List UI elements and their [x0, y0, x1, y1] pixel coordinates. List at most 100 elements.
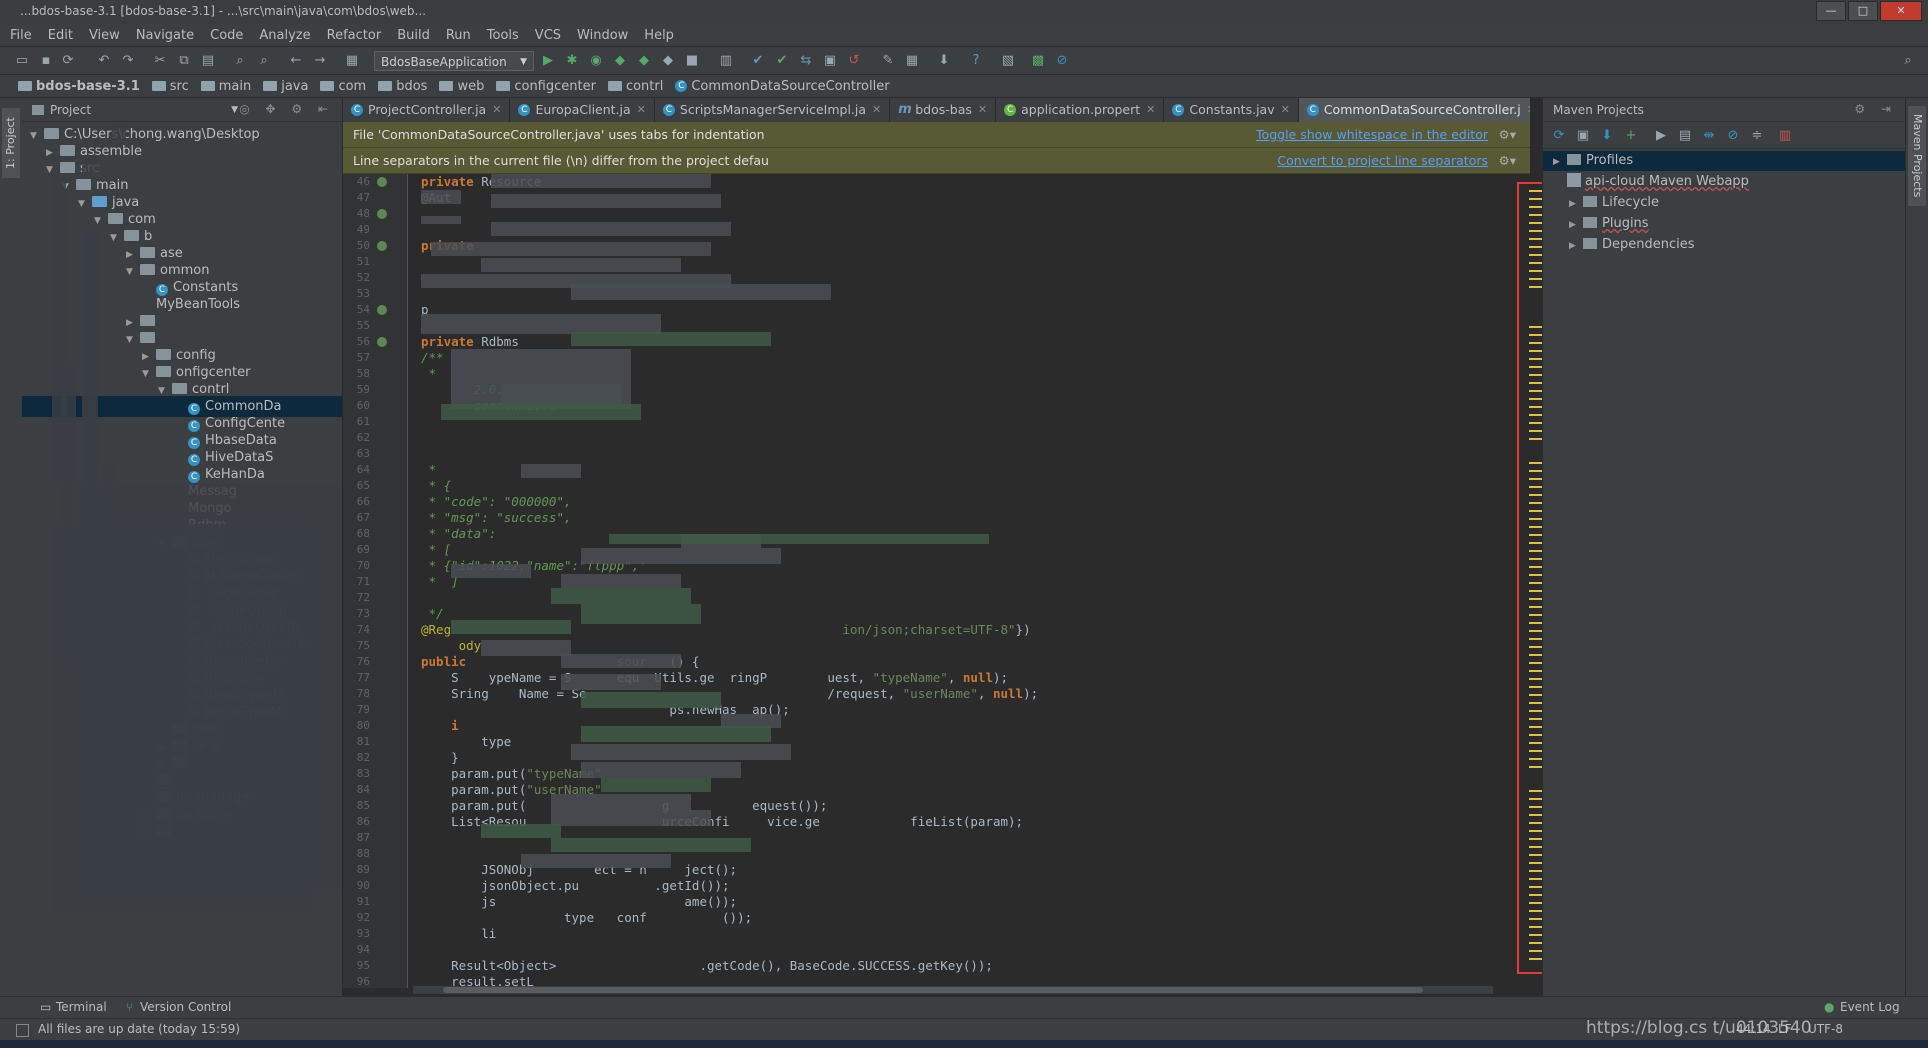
warning-marker[interactable] — [1529, 958, 1542, 960]
vcs-revert-icon[interactable]: ↺ — [846, 53, 862, 69]
warning-marker[interactable] — [1529, 246, 1542, 248]
breadcrumb-item[interactable]: web — [439, 79, 484, 94]
maven-projects-tool-tab[interactable]: Maven Projects — [1908, 106, 1926, 206]
warning-marker[interactable] — [1529, 814, 1542, 816]
warning-marker[interactable] — [1529, 334, 1542, 336]
warning-marker[interactable] — [1529, 462, 1542, 464]
open-folder-icon[interactable]: ▭ — [14, 53, 30, 69]
warning-marker[interactable] — [1529, 502, 1542, 504]
warning-marker[interactable] — [1529, 542, 1542, 544]
collapse-all-icon[interactable]: ≑ — [1749, 128, 1765, 144]
warning-marker[interactable] — [1529, 878, 1542, 880]
warning-marker[interactable] — [1529, 678, 1542, 680]
warning-marker[interactable] — [1529, 934, 1542, 936]
warning-marker[interactable] — [1529, 326, 1542, 328]
warning-marker[interactable] — [1529, 718, 1542, 720]
warning-marker[interactable] — [1529, 638, 1542, 640]
warning-marker[interactable] — [1529, 950, 1542, 952]
build-icon[interactable]: ▦ — [344, 53, 360, 69]
undo-icon[interactable]: ↶ — [96, 53, 112, 69]
breadcrumb-item[interactable]: java — [263, 79, 308, 94]
encoding-indicator[interactable]: UTF-8 — [1808, 1022, 1843, 1036]
warning-marker[interactable] — [1529, 790, 1542, 792]
bean-gutter-icon[interactable] — [377, 337, 387, 347]
warning-marker[interactable] — [1529, 758, 1542, 760]
breadcrumb-item[interactable]: C CommonDataSourceController — [675, 79, 889, 94]
cut-icon[interactable]: ✂ — [152, 53, 168, 69]
menu-item-window[interactable]: Window — [577, 28, 628, 43]
maven-tree-item[interactable]: ▶ Profiles — [1543, 151, 1915, 171]
back-icon[interactable]: ← — [288, 53, 304, 69]
convert-separators-link[interactable]: Convert to project line separators — [1277, 148, 1488, 174]
warning-marker[interactable] — [1529, 926, 1542, 928]
attach-icon[interactable]: ◆ — [636, 53, 652, 69]
editor-tab[interactable]: C EuropaClient.ja ✕ — [510, 98, 654, 122]
warning-marker[interactable] — [1529, 222, 1542, 224]
editor-tab[interactable]: Capplication.propert ✕ — [996, 98, 1164, 122]
show-dependencies-icon[interactable]: ▥ — [1777, 128, 1793, 144]
warning-marker[interactable] — [1529, 566, 1542, 568]
no-entry-icon[interactable]: ⊘ — [1054, 53, 1070, 69]
warning-marker[interactable] — [1529, 910, 1542, 912]
event-log-button[interactable]: Event Log — [1840, 1000, 1900, 1014]
warning-marker[interactable] — [1529, 262, 1542, 264]
warning-marker[interactable] — [1529, 478, 1542, 480]
warning-marker[interactable] — [1529, 494, 1542, 496]
bean-gutter-icon[interactable] — [377, 241, 387, 251]
copy-icon[interactable]: ⧉ — [176, 53, 192, 69]
warning-marker[interactable] — [1529, 614, 1542, 616]
menu-item-build[interactable]: Build — [397, 28, 430, 43]
warning-marker[interactable] — [1529, 526, 1542, 528]
vcs-compare-icon[interactable]: ⇆ — [798, 53, 814, 69]
warning-marker[interactable] — [1529, 894, 1542, 896]
breadcrumb-item[interactable]: bdos — [378, 79, 427, 94]
warning-marker[interactable] — [1529, 582, 1542, 584]
warning-marker[interactable] — [1529, 918, 1542, 920]
warning-marker[interactable] — [1529, 734, 1542, 736]
warning-marker[interactable] — [1529, 254, 1542, 256]
warning-marker[interactable] — [1529, 662, 1542, 664]
collapse-arrow-icon[interactable]: ▶ — [1569, 215, 1583, 235]
vcs-commit-icon[interactable]: ✔ — [774, 53, 790, 69]
warning-marker[interactable] — [1529, 806, 1542, 808]
maven-settings-icon[interactable]: ▤ — [1677, 128, 1693, 144]
download-icon[interactable]: ⬇ — [1599, 128, 1615, 144]
settings-wrench-icon[interactable]: ✎ — [880, 53, 896, 69]
breadcrumb-item[interactable]: bdos-base-3.1 — [18, 79, 140, 94]
warning-marker[interactable] — [1529, 686, 1542, 688]
warning-marker[interactable] — [1529, 366, 1542, 368]
warning-marker[interactable] — [1529, 590, 1542, 592]
run-icon[interactable]: ▶ — [540, 53, 556, 69]
menu-item-view[interactable]: View — [89, 28, 120, 43]
version-control-tool-button[interactable]: Version Control — [140, 1000, 231, 1014]
breadcrumb-item[interactable]: contrl — [608, 79, 663, 94]
run-maven-icon[interactable]: ▶ — [1653, 128, 1669, 144]
chevron-down-icon[interactable]: ▼ — [231, 105, 238, 115]
editor-tab[interactable]: C Constants.jav ✕ — [1164, 98, 1298, 122]
warning-marker[interactable] — [1529, 742, 1542, 744]
warning-marker[interactable] — [1529, 398, 1542, 400]
warning-marker[interactable] — [1529, 414, 1542, 416]
bean-gutter-icon[interactable] — [377, 209, 387, 219]
editor-tab[interactable]: C ScriptsManagerServiceImpl.ja ✕ — [655, 98, 890, 122]
breadcrumb-item[interactable]: src — [152, 79, 189, 94]
menu-item-help[interactable]: Help — [644, 28, 674, 43]
warning-marker[interactable] — [1529, 942, 1542, 944]
maximize-button[interactable]: □ — [1848, 1, 1878, 21]
editor-tab[interactable]: m bdos-bas ✕ — [890, 98, 996, 122]
code-editor[interactable]: private Resource@Autprivatepprivate Rdbm… — [409, 174, 1509, 988]
warning-marker[interactable] — [1529, 286, 1542, 288]
close-tab-icon[interactable]: ✕ — [637, 98, 646, 122]
close-tab-icon[interactable]: ✕ — [492, 98, 501, 122]
toggle-offline-icon[interactable]: ⇹ — [1701, 128, 1717, 144]
help-icon[interactable]: ? — [968, 53, 984, 69]
warning-marker[interactable] — [1529, 622, 1542, 624]
paste-icon[interactable]: ▤ — [200, 53, 216, 69]
warning-marker[interactable] — [1529, 694, 1542, 696]
warning-marker[interactable] — [1529, 702, 1542, 704]
warning-marker[interactable] — [1529, 558, 1542, 560]
warning-marker[interactable] — [1529, 550, 1542, 552]
vcs-history-icon[interactable]: ▣ — [822, 53, 838, 69]
warning-marker[interactable] — [1529, 886, 1542, 888]
coverage-icon[interactable]: ◉ — [588, 53, 604, 69]
